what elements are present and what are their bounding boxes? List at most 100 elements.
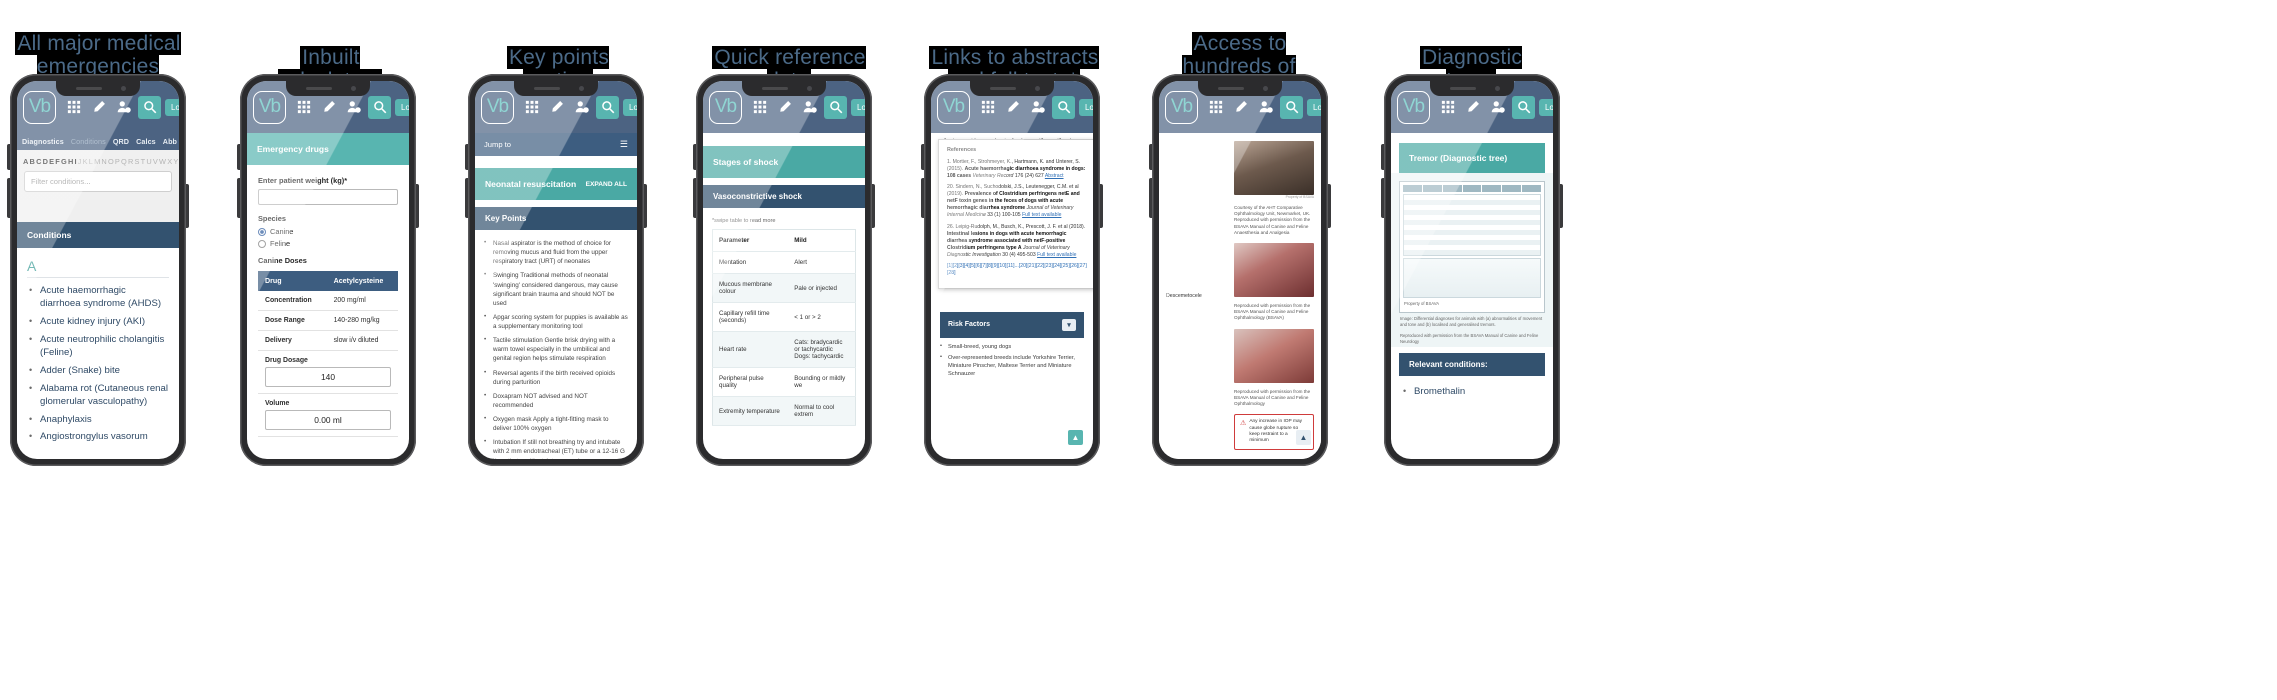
pencil-icon[interactable]	[1002, 97, 1023, 118]
search-icon[interactable]	[596, 95, 619, 119]
app-logo[interactable]: Vb	[709, 90, 742, 124]
pencil-icon[interactable]	[1230, 97, 1251, 118]
species-radio-canine[interactable]: Canine	[258, 227, 398, 236]
grid-icon[interactable]	[977, 97, 998, 118]
pencil-icon[interactable]	[1462, 97, 1483, 118]
tree-image-note: Image: Differential diagnoses for animal…	[1400, 316, 1543, 327]
pencil-icon[interactable]	[88, 97, 109, 118]
list-item[interactable]: Acute haemorrhagic diarrhoea syndrome (A…	[27, 284, 169, 311]
diagnostic-tree-image[interactable]: Property of BSAVA	[1399, 181, 1545, 314]
search-icon[interactable]	[1512, 95, 1535, 119]
logout-button[interactable]: Logout	[1539, 98, 1553, 116]
add-user-icon[interactable]	[799, 97, 820, 118]
list-item[interactable]: Anaphylaxis	[27, 413, 169, 427]
clinical-photo[interactable]	[1234, 242, 1314, 297]
tab-abb[interactable]: Abb	[163, 137, 177, 146]
list-item: Tactile stimulation Gentle brisk drying …	[484, 335, 628, 363]
references-popup[interactable]: References 1. Mortier, F., Strohmeyer, K…	[938, 139, 1093, 290]
logout-button[interactable]: Logout	[623, 98, 637, 116]
power-button[interactable]	[416, 184, 419, 228]
app-logo[interactable]: Vb	[1397, 90, 1430, 124]
pencil-icon[interactable]	[318, 97, 339, 118]
power-button[interactable]	[872, 184, 875, 228]
add-user-icon[interactable]	[1487, 97, 1508, 118]
grid-icon[interactable]	[1205, 97, 1226, 118]
clinical-photo[interactable]	[1234, 141, 1314, 195]
species-radio-feline[interactable]: Feline	[258, 239, 398, 248]
search-icon[interactable]	[1280, 95, 1303, 119]
app-logo[interactable]: Vb	[937, 90, 970, 124]
list-item[interactable]: Adder (Snake) bite	[27, 364, 169, 378]
logout-button[interactable]: Logout	[395, 98, 409, 116]
grid-icon[interactable]	[749, 97, 770, 118]
alphabet-filter[interactable]: ABCDEFGHIJKLMNOPQRSTUVWXYZ	[17, 150, 179, 171]
filter-input[interactable]: Filter conditions...	[24, 171, 172, 192]
hamburger-icon[interactable]: ☰	[620, 139, 628, 150]
add-user-icon[interactable]	[1255, 97, 1276, 118]
notch	[1198, 81, 1282, 96]
add-user-icon[interactable]	[1027, 97, 1048, 118]
power-button[interactable]	[644, 184, 647, 228]
dosage-value[interactable]: 140	[265, 367, 391, 387]
logout-button[interactable]: Logout	[1307, 98, 1321, 116]
list-item: Over-represented breeds include Yorkshir…	[940, 354, 1084, 379]
clinical-photo[interactable]	[1234, 328, 1314, 383]
letter-heading: A	[27, 258, 169, 278]
list-item[interactable]: Alabama rot (Cutaneous renal glomerular …	[27, 382, 169, 409]
grid-icon[interactable]	[521, 97, 542, 118]
quick-reference-table[interactable]: Parameter Mild Mentation Alert Mucous me…	[712, 229, 856, 426]
app-logo[interactable]: Vb	[1165, 90, 1198, 124]
power-button[interactable]	[1560, 184, 1563, 228]
logout-button[interactable]: Logout	[1079, 98, 1093, 116]
search-icon[interactable]	[368, 95, 391, 119]
list-item[interactable]: Acute neutrophilic cholangitis (Feline)	[27, 333, 169, 360]
cell-parameter: Mentation	[712, 251, 789, 274]
grid-icon[interactable]	[63, 97, 84, 118]
add-user-icon[interactable]	[113, 97, 134, 118]
search-icon[interactable]	[1052, 95, 1075, 119]
add-user-icon[interactable]	[343, 97, 364, 118]
search-icon[interactable]	[824, 95, 847, 119]
logout-button[interactable]: Logout	[851, 98, 865, 116]
jump-to-bar[interactable]: Jump to ☰	[475, 133, 637, 156]
image-card[interactable]: Property of BSAVA	[1234, 141, 1314, 199]
pencil-icon[interactable]	[546, 97, 567, 118]
dosage-cell: Drug Dosage 140	[258, 350, 398, 394]
image-card[interactable]	[1234, 328, 1314, 383]
app-logo[interactable]: Vb	[23, 90, 56, 124]
list-item[interactable]: Angiostrongylus vasorum	[27, 430, 169, 444]
grid-icon[interactable]	[293, 97, 314, 118]
alphabet-active[interactable]: ABCDEFGHI	[23, 157, 78, 166]
accordion-row-risk-factors[interactable]: Risk Factors ▾	[940, 311, 1084, 338]
tab-conditions[interactable]: Conditions	[71, 137, 106, 146]
ref-link[interactable]: Abstract	[1045, 173, 1064, 179]
pencil-icon[interactable]	[774, 97, 795, 118]
app-logo[interactable]: Vb	[481, 90, 514, 124]
diagnostic-tree-container[interactable]: Property of BSAVA Image: Differential di…	[1391, 173, 1553, 348]
add-user-icon[interactable]	[571, 97, 592, 118]
logout-button[interactable]: Logout	[165, 98, 179, 116]
chevron-down-icon[interactable]: ▾	[1062, 318, 1076, 331]
cell-value: Alert	[788, 251, 856, 274]
power-button[interactable]	[186, 184, 189, 228]
power-button[interactable]	[1328, 184, 1331, 228]
tab-qrd[interactable]: QRD	[113, 137, 129, 146]
weight-input[interactable]	[258, 189, 398, 205]
list-item[interactable]: Bromethalin	[1401, 385, 1543, 399]
reference-numbers[interactable]: [1][2][3][4][5][6][7][8][9][10][11]...[2…	[947, 263, 1087, 277]
list-item[interactable]: Acute kidney injury (AKI)	[27, 315, 169, 329]
tab-calcs[interactable]: Calcs	[136, 137, 156, 146]
ref-link[interactable]: Full text available	[1022, 212, 1061, 218]
tab-diagnostics[interactable]: Diagnostics	[22, 137, 64, 146]
scroll-to-top-icon[interactable]: ▲	[1296, 430, 1311, 445]
app-logo[interactable]: Vb	[253, 90, 286, 124]
ref-link[interactable]: Full text available	[1037, 252, 1076, 258]
grid-icon[interactable]	[1437, 97, 1458, 118]
expand-all-button[interactable]: EXPAND ALL	[586, 181, 627, 188]
panel-title: Emergency drugs	[257, 144, 329, 154]
species-label: Species	[258, 214, 286, 223]
power-button[interactable]	[1100, 184, 1103, 228]
scroll-to-top-icon[interactable]: ▲	[1068, 430, 1083, 445]
search-icon[interactable]	[138, 95, 161, 119]
image-card[interactable]	[1234, 242, 1314, 297]
